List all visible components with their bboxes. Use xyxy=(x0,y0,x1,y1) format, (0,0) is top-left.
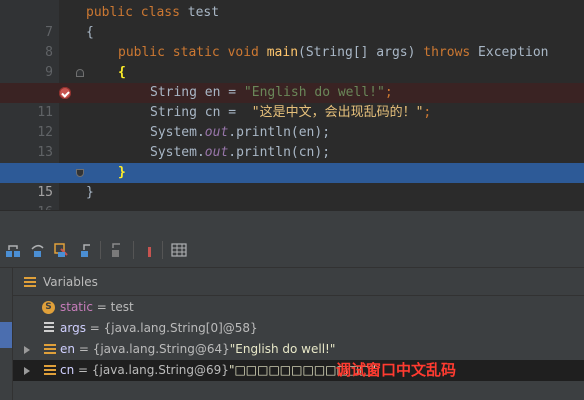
variable-name: static xyxy=(60,300,93,314)
variables-header: Variables xyxy=(13,268,584,296)
equals: = xyxy=(92,300,111,314)
code-line-9[interactable]: 9 public static void main(String[] args)… xyxy=(0,43,584,80)
variable-value: test xyxy=(110,300,134,314)
ide-window: 7 public class test 8 { 9 public static … xyxy=(0,0,584,400)
static-field: out xyxy=(204,145,229,160)
code-text: System.out.println(cn); xyxy=(150,143,330,163)
variable-row-static[interactable]: S static = test xyxy=(13,297,584,318)
method-name: main xyxy=(266,45,299,60)
fold-close-icon[interactable] xyxy=(76,169,84,177)
field-icon xyxy=(44,344,56,355)
variable-name: en xyxy=(60,342,75,356)
code-text: String cn = "这是中文，会出现乱码的！"; xyxy=(150,103,431,123)
method-call: .println(cn); xyxy=(228,145,331,160)
table-view-icon[interactable] xyxy=(171,242,187,258)
debug-toolbar xyxy=(0,234,584,268)
variables-panel: Variables S static = test args = {java.l… xyxy=(13,268,584,400)
exception-type: Exception xyxy=(470,45,549,60)
variable-value: {java.lang.String[0]@58} xyxy=(103,321,258,335)
toolbar-separator xyxy=(162,241,163,259)
code-line-13[interactable]: 13 System.out.println(en); xyxy=(0,123,584,160)
string-value: "English do well!" xyxy=(229,342,336,356)
equals: = xyxy=(75,342,93,356)
code-editor[interactable]: 7 public class test 8 { 9 public static … xyxy=(0,0,584,210)
params: (String[] args) xyxy=(298,45,424,60)
step-into-icon[interactable] xyxy=(53,242,69,258)
frames-strip[interactable] xyxy=(0,268,13,400)
annotation-text: 调试窗口中文乱码 xyxy=(336,361,457,379)
force-step-into-icon[interactable] xyxy=(78,242,94,258)
keyword: throws xyxy=(423,45,471,60)
code-text: } xyxy=(118,165,126,180)
code-text: System.out.println(en); xyxy=(150,123,330,143)
code-text: String en = "English do well!"; xyxy=(150,83,393,103)
expand-arrow-icon[interactable] xyxy=(24,346,30,354)
toolbar-separator xyxy=(100,241,101,259)
variable-name: args xyxy=(60,321,86,335)
method-call: .println(en); xyxy=(228,125,331,140)
code-line-12[interactable]: 12 String cn = "这是中文，会出现乱码的！"; xyxy=(0,103,584,140)
declaration: String cn = xyxy=(150,105,252,120)
string-literal: "这是中文，会出现乱码的！" xyxy=(251,105,424,120)
variable-text: en = {java.lang.String@64}"English do we… xyxy=(60,339,335,360)
field-icon xyxy=(44,365,56,376)
code-text: public class test xyxy=(86,3,219,23)
variable-value: {java.lang.String@69} xyxy=(91,363,229,377)
static-icon: S xyxy=(42,301,55,314)
expand-arrow-icon[interactable] xyxy=(24,367,30,375)
step-over-icon[interactable] xyxy=(30,242,46,258)
equals: = xyxy=(85,321,104,335)
declaration: String en = xyxy=(150,85,244,100)
variable-name: cn xyxy=(60,363,75,377)
line-number: 16 xyxy=(20,203,53,210)
static-field: out xyxy=(204,125,229,140)
class-ref: System. xyxy=(150,125,205,140)
code-text: } xyxy=(86,185,94,200)
variable-row-cn[interactable]: cn = {java.lang.String@69}"□□□□□□□□□□□□"… xyxy=(13,360,584,381)
variables-title: Variables xyxy=(43,275,98,289)
code-text: public static void main(String[] args) t… xyxy=(118,43,549,63)
code-line-14[interactable]: 14 System.out.println(cn); xyxy=(0,143,584,180)
variables-icon xyxy=(24,277,36,287)
code-line-15[interactable]: 15 } xyxy=(0,163,584,200)
show-execution-point-icon[interactable] xyxy=(5,242,21,258)
variable-row-en[interactable]: en = {java.lang.String@64}"English do we… xyxy=(13,339,584,360)
stop-icon[interactable] xyxy=(142,242,158,258)
panel-splitter[interactable] xyxy=(0,210,584,234)
run-to-cursor-icon[interactable] xyxy=(108,242,124,258)
toolbar-separator xyxy=(133,241,134,259)
variable-value: {java.lang.String@64} xyxy=(92,342,230,356)
string-literal: "English do well!" xyxy=(243,85,385,100)
code-text: { xyxy=(118,65,126,80)
class-name: test xyxy=(179,5,220,20)
code-line-16[interactable]: 16 } xyxy=(0,183,584,210)
variable-text: cn = {java.lang.String@69}"□□□□□□□□□□□□" xyxy=(60,360,376,381)
semicolon: ; xyxy=(384,85,393,100)
code-line-11[interactable]: 11 String en = "English do well!"; xyxy=(0,83,584,120)
array-icon xyxy=(44,322,54,335)
code-line-10[interactable]: 10 { xyxy=(0,63,584,100)
code-line-8[interactable]: 8 { xyxy=(0,23,584,60)
code-text: { xyxy=(86,25,94,40)
frame-selection[interactable] xyxy=(0,322,12,348)
keyword: public class xyxy=(86,5,180,20)
variable-text: args = {java.lang.String[0]@58} xyxy=(60,318,258,339)
breakpoint-icon[interactable] xyxy=(59,87,71,99)
equals: = xyxy=(74,363,92,377)
fold-open-icon[interactable] xyxy=(76,69,84,77)
semicolon: ; xyxy=(423,105,432,120)
variable-row-args[interactable]: args = {java.lang.String[0]@58} xyxy=(13,318,584,339)
variable-text: static = test xyxy=(60,297,134,318)
class-ref: System. xyxy=(150,145,205,160)
keyword: public static void xyxy=(118,45,259,60)
code-line-7[interactable]: 7 public class test xyxy=(0,3,584,40)
